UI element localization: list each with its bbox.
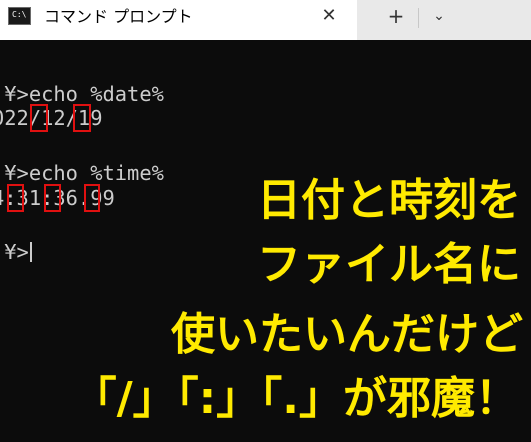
tab-strip-divider <box>418 8 419 28</box>
caption-line-2: ファイル名に <box>257 239 521 290</box>
chevron-down-icon[interactable]: ⌄ <box>428 4 450 28</box>
caption-line-3: 使いたいんだけど <box>171 309 523 360</box>
command-prompt-icon: C:\ <box>8 7 31 25</box>
highlight-box-slash-1 <box>30 104 48 132</box>
console-line-echo-date: :¥>echo %date% <box>0 82 164 106</box>
text-cursor <box>29 242 32 262</box>
title-bar: C:\ コマンド プロンプト ✕ + ⌄ <box>0 0 531 40</box>
command-prompt-icon-text: C:\ <box>12 10 27 19</box>
highlight-box-colon-2 <box>44 184 61 212</box>
highlight-box-slash-2 <box>73 104 91 132</box>
console-line-echo-time: :¥>echo %time% <box>0 161 164 185</box>
tab-title: コマンド プロンプト <box>44 7 193 26</box>
highlight-box-colon-1 <box>7 184 24 212</box>
tab-command-prompt[interactable]: C:\ コマンド プロンプト ✕ <box>0 0 357 40</box>
caption-line-1: 日付と時刻を <box>257 175 521 226</box>
close-tab-icon[interactable]: ✕ <box>318 5 340 27</box>
highlight-box-period <box>84 184 100 212</box>
console-prompt: :¥> <box>0 240 29 264</box>
tab-strip: + ⌄ <box>357 0 531 40</box>
console-prompt-line: :¥> <box>0 240 32 264</box>
new-tab-button[interactable]: + <box>383 4 409 28</box>
caption-line-4: 「/」「:」「.」が邪魔！ <box>72 373 519 424</box>
